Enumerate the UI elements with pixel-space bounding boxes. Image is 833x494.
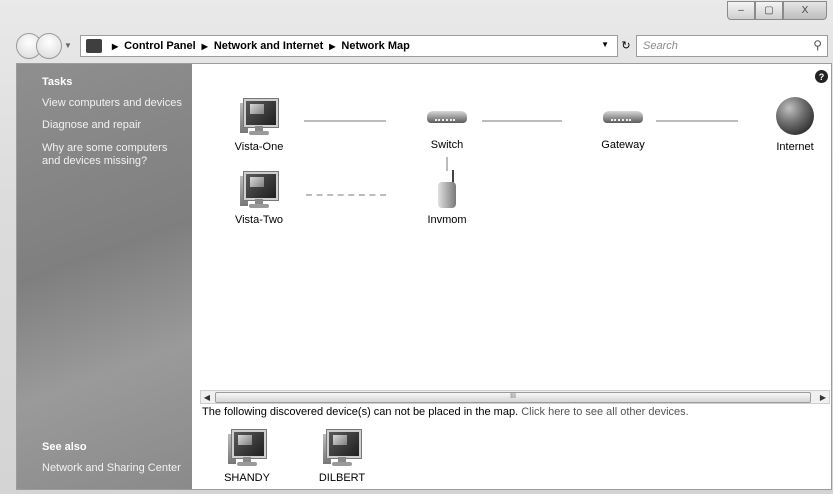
computer-icon — [240, 97, 278, 137]
node-label: Vista-One — [234, 141, 284, 153]
forward-icon[interactable] — [36, 33, 62, 59]
node-invmom[interactable]: Invmom — [402, 170, 492, 226]
breadcrumb-separator-icon[interactable]: ▶ — [202, 42, 208, 51]
breadcrumb: ▶ Control Panel ▶ Network and Internet ▶… — [106, 40, 410, 52]
computer-icon — [323, 428, 361, 468]
close-button[interactable]: X — [783, 1, 827, 20]
device-label: DILBERT — [318, 472, 366, 484]
network-map: ? Vista-One Switch Gateway Internet Vist… — [192, 64, 831, 489]
window-controls: – ▢ X — [727, 1, 827, 20]
node-vista-two[interactable]: Vista-Two — [214, 170, 304, 226]
search-input[interactable]: Search ⚲ — [636, 35, 828, 57]
scrollbar-thumb[interactable]: III — [215, 392, 811, 403]
connection-line — [656, 120, 738, 122]
breadcrumb-network-map[interactable]: Network Map — [341, 40, 409, 52]
navigation-bar: ▼ ▶ Control Panel ▶ Network and Internet… — [14, 33, 830, 59]
node-label: Gateway — [601, 139, 645, 151]
connection-line — [304, 120, 386, 122]
wireless-router-icon — [436, 170, 458, 210]
tasks-heading: Tasks — [42, 76, 73, 88]
network-map-window: – ▢ X ▼ ▶ Control Panel ▶ Network and In… — [0, 0, 833, 494]
wireless-connection-line — [306, 194, 386, 196]
node-internet[interactable]: Internet — [750, 97, 833, 153]
device-shandy[interactable]: SHANDY — [202, 428, 292, 484]
refresh-icon[interactable]: ↻ — [620, 35, 632, 55]
horizontal-scrollbar[interactable]: ◀ III ▶ — [200, 390, 830, 404]
control-panel-icon — [86, 39, 102, 53]
connection-line — [446, 157, 448, 171]
help-icon[interactable]: ? — [815, 70, 828, 83]
device-label: SHANDY — [224, 472, 270, 484]
gateway-icon — [603, 107, 643, 129]
address-bar[interactable]: ▶ Control Panel ▶ Network and Internet ▶… — [80, 35, 618, 57]
scroll-left-icon[interactable]: ◀ — [201, 391, 213, 403]
search-icon[interactable]: ⚲ — [813, 38, 822, 52]
content-area: Tasks View computers and devices Diagnos… — [16, 63, 832, 490]
switch-icon — [427, 107, 467, 129]
see-all-devices-link[interactable]: Click here to see all other devices. — [521, 406, 689, 418]
node-gateway[interactable]: Gateway — [578, 97, 668, 151]
connection-line — [482, 120, 562, 122]
network-and-sharing-center-link[interactable]: Network and Sharing Center — [42, 462, 187, 475]
see-also-heading: See also — [42, 441, 87, 453]
scroll-right-icon[interactable]: ▶ — [817, 391, 829, 403]
globe-icon — [776, 97, 814, 135]
search-placeholder: Search — [643, 40, 678, 52]
unplaced-message: The following discovered device(s) can n… — [202, 406, 519, 418]
unplaced-devices-notice: The following discovered device(s) can n… — [202, 406, 689, 418]
breadcrumb-control-panel[interactable]: Control Panel — [124, 40, 196, 52]
node-label: Internet — [776, 141, 814, 153]
computer-icon — [228, 428, 266, 468]
task-why-devices-missing[interactable]: Why are some computers and devices missi… — [42, 142, 187, 168]
breadcrumb-separator-icon[interactable]: ▶ — [112, 42, 118, 51]
task-diagnose-and-repair[interactable]: Diagnose and repair — [42, 119, 187, 132]
node-switch[interactable]: Switch — [402, 97, 492, 151]
task-view-computers-and-devices[interactable]: View computers and devices — [42, 97, 187, 110]
recent-pages-dropdown-icon[interactable]: ▼ — [64, 41, 72, 50]
task-pane: Tasks View computers and devices Diagnos… — [17, 64, 192, 489]
breadcrumb-separator-icon[interactable]: ▶ — [329, 42, 335, 51]
maximize-button[interactable]: ▢ — [755, 1, 783, 20]
computer-icon — [240, 170, 278, 210]
node-label: Switch — [430, 139, 464, 151]
minimize-button[interactable]: – — [727, 1, 755, 20]
address-dropdown-icon[interactable]: ▼ — [601, 40, 609, 49]
breadcrumb-network-and-internet[interactable]: Network and Internet — [214, 40, 323, 52]
node-label: Vista-Two — [234, 214, 284, 226]
node-label: Invmom — [427, 214, 467, 226]
device-dilbert[interactable]: DILBERT — [297, 428, 387, 484]
node-vista-one[interactable]: Vista-One — [214, 97, 304, 153]
